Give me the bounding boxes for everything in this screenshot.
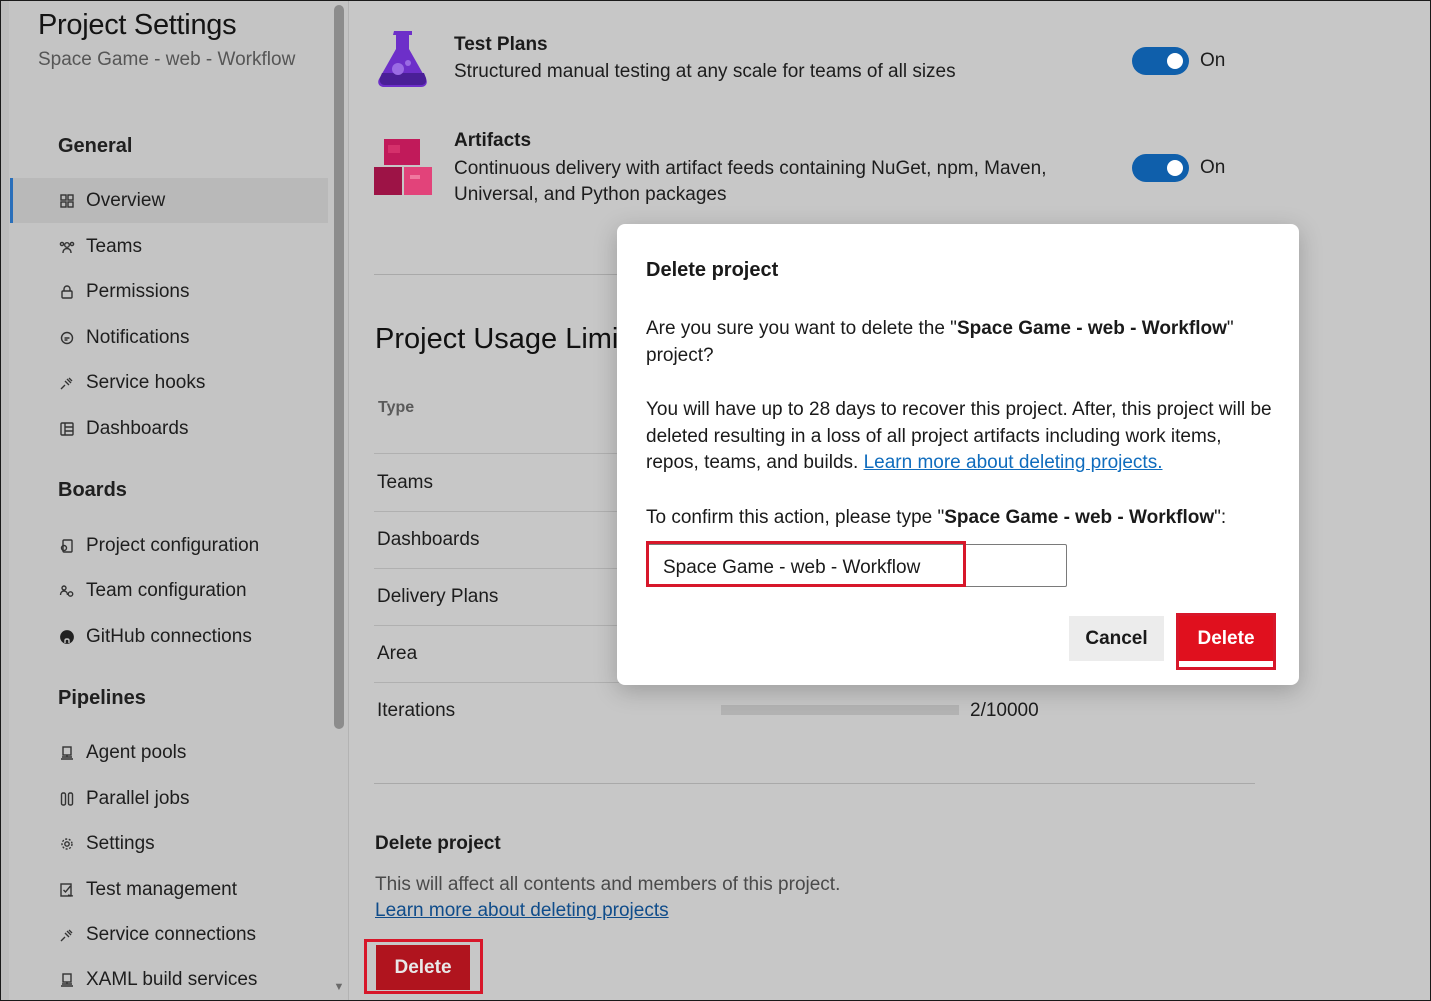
iterations-usage-value: 2/10000 — [970, 700, 1039, 721]
sidebar-item-service-hooks[interactable]: Service hooks — [10, 360, 328, 405]
toggle-label: On — [1200, 157, 1226, 178]
divider — [374, 783, 1255, 784]
parallel-icon — [58, 790, 76, 808]
sidebar-item-notifications[interactable]: Notifications — [10, 315, 328, 360]
agent-pool-icon — [58, 971, 76, 989]
iterations-usage-bar — [721, 705, 959, 715]
sidebar-item-overview[interactable]: Overview — [10, 178, 328, 223]
teams-icon — [58, 238, 76, 256]
dialog-warning: You will have up to 28 days to recover t… — [646, 397, 1276, 477]
row-divider — [374, 682, 624, 683]
sidebar-item-permissions[interactable]: Permissions — [10, 269, 328, 314]
delete-project-button[interactable]: Delete — [376, 945, 470, 990]
sidebar-item-agent-pools[interactable]: Agent pools — [10, 730, 328, 775]
artifacts-boxes-icon — [374, 137, 434, 199]
sidebar-item-team-configuration[interactable]: Team configuration — [10, 568, 328, 613]
sidebar-item-label: Parallel jobs — [86, 787, 190, 809]
dashboard-icon — [58, 420, 76, 438]
dialog-title: Delete project — [646, 259, 779, 281]
sidebar-item-settings[interactable]: Settings — [10, 821, 328, 866]
toggle-label: On — [1200, 50, 1226, 71]
usage-row-area: Area — [377, 643, 418, 664]
confirm-delete-button[interactable]: Delete — [1179, 616, 1273, 661]
delete-project-dialog: Delete project Are you sure you want to … — [617, 224, 1299, 685]
row-divider — [374, 453, 624, 454]
sidebar-edge — [1, 1, 9, 1000]
sidebar-item-project-configuration[interactable]: Project configuration — [10, 523, 328, 568]
gear-icon — [58, 835, 76, 853]
sidebar-scrollbar[interactable]: ▼ — [332, 5, 346, 1000]
learn-more-deleting-link[interactable]: Learn more about deleting projects — [375, 900, 669, 922]
sidebar-item-label: Test management — [86, 878, 238, 900]
plug-icon — [58, 374, 76, 392]
test-management-icon — [58, 881, 76, 899]
sidebar: Project Settings Space Game - web - Work… — [1, 1, 349, 1000]
section-pipelines: Pipelines — [58, 687, 146, 709]
section-boards: Boards — [58, 479, 127, 501]
learn-more-link[interactable]: Learn more about deleting projects. — [864, 452, 1163, 473]
highlight-box — [646, 541, 966, 587]
service-description: Structured manual testing at any scale f… — [454, 61, 956, 82]
row-divider — [374, 568, 624, 569]
sidebar-item-label: Team configuration — [86, 579, 247, 601]
sidebar-item-label: Settings — [86, 832, 155, 854]
row-divider — [374, 511, 624, 512]
column-header-type: Type — [378, 399, 415, 416]
sidebar-item-label: Notifications — [86, 326, 190, 348]
confirm-suffix: ": — [1214, 507, 1227, 528]
sidebar-item-label: XAML build services — [86, 968, 258, 990]
delete-project-heading: Delete project — [375, 833, 501, 854]
test-plans-toggle[interactable] — [1132, 47, 1189, 75]
row-divider — [374, 625, 624, 626]
team-config-icon — [58, 582, 76, 600]
plug-icon — [58, 926, 76, 944]
scroll-down-arrow-icon[interactable]: ▼ — [332, 981, 346, 995]
artifacts-toggle[interactable] — [1132, 154, 1189, 182]
lock-icon — [58, 283, 76, 301]
test-plans-flask-icon — [374, 27, 434, 89]
chat-icon — [58, 329, 76, 347]
sidebar-item-test-management[interactable]: Test management — [10, 867, 328, 912]
question-prefix: Are you sure you want to delete the " — [646, 318, 957, 339]
github-icon — [58, 628, 76, 646]
project-name-bold: Space Game - web - Workflow — [944, 507, 1215, 528]
section-general: General — [58, 135, 133, 157]
sidebar-item-parallel-jobs[interactable]: Parallel jobs — [10, 776, 328, 821]
sidebar-item-xaml-build-services[interactable]: XAML build services — [10, 957, 328, 1000]
sidebar-item-label: Teams — [86, 235, 142, 257]
sidebar-item-label: Project configuration — [86, 534, 260, 556]
usage-row-teams: Teams — [377, 472, 433, 493]
sidebar-item-label: Overview — [86, 189, 166, 211]
project-name-bold: Space Game - web - Workflow — [956, 318, 1227, 339]
usage-row-iterations: Iterations — [377, 700, 456, 721]
service-title: Artifacts — [454, 130, 532, 151]
project-name: Space Game - web - Workflow — [38, 49, 296, 70]
scrollbar-thumb[interactable] — [334, 5, 344, 729]
confirm-prefix: To confirm this action, please type " — [646, 507, 945, 528]
project-config-icon — [58, 537, 76, 555]
usage-row-dashboards: Dashboards — [377, 529, 480, 550]
sidebar-item-label: GitHub connections — [86, 625, 252, 647]
sidebar-item-label: Dashboards — [86, 417, 189, 439]
sidebar-item-label: Service connections — [86, 923, 257, 945]
sidebar-item-github-connections[interactable]: GitHub connections — [10, 614, 328, 659]
sidebar-item-service-connections[interactable]: Service connections — [10, 912, 328, 957]
delete-project-description: This will affect all contents and member… — [375, 874, 841, 895]
agent-pool-icon — [58, 744, 76, 762]
overview-icon — [58, 192, 76, 210]
dialog-question: Are you sure you want to delete the "Spa… — [646, 316, 1276, 369]
sidebar-item-label: Agent pools — [86, 741, 187, 763]
page-title: Project Settings — [38, 9, 237, 41]
app-window: Project Settings Space Game - web - Work… — [0, 0, 1431, 1001]
cancel-button[interactable]: Cancel — [1069, 616, 1164, 661]
service-title: Test Plans — [454, 34, 548, 55]
usage-row-delivery-plans: Delivery Plans — [377, 586, 499, 607]
sidebar-item-label: Permissions — [86, 280, 190, 302]
sidebar-item-dashboards[interactable]: Dashboards — [10, 406, 328, 451]
usage-limits-title: Project Usage Limit — [375, 323, 627, 355]
service-description: Continuous delivery with artifact feeds … — [454, 158, 1047, 205]
sidebar-item-teams[interactable]: Teams — [10, 224, 328, 269]
sidebar-item-label: Service hooks — [86, 371, 206, 393]
dialog-confirm-instruction: To confirm this action, please type "Spa… — [646, 505, 1276, 532]
